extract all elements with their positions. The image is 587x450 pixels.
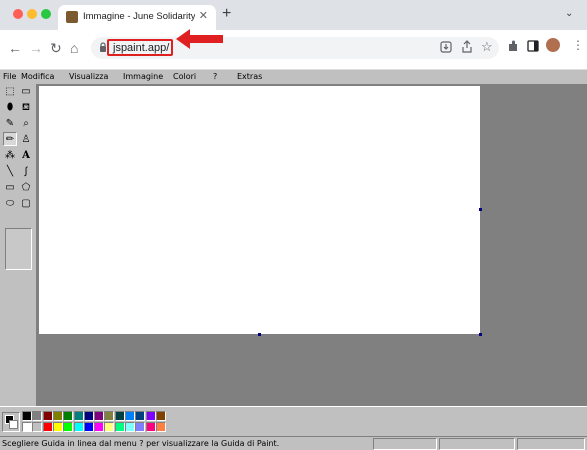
share-icon[interactable] (461, 40, 473, 53)
polygon-tool-icon[interactable]: ⬠ (19, 180, 33, 194)
url-text[interactable]: jspaint.app/ (113, 42, 169, 54)
palette-swatch-top-0[interactable] (22, 411, 32, 421)
home-button[interactable]: ⌂ (70, 40, 78, 56)
color-palette (0, 406, 587, 436)
status-pane-size (517, 438, 585, 450)
browser-toolbar: ← → ↻ ⌂ jspaint.app/ ☆ ⋮ (0, 29, 587, 70)
text-tool-icon[interactable]: A (19, 148, 33, 162)
palette-swatch-top-9[interactable] (114, 411, 125, 421)
pencil-tool-icon[interactable]: ✏ (3, 132, 17, 146)
status-text: Scegliere Guida in linea dal menu ? per … (2, 439, 280, 448)
fill-tool-icon[interactable]: ⛾ (19, 100, 33, 114)
tab-search-icon[interactable]: ⌄ (565, 8, 573, 19)
forward-button[interactable]: → (29, 40, 43, 56)
palette-swatch-top-1[interactable] (32, 411, 43, 421)
side-panel-icon[interactable] (527, 40, 539, 52)
status-pane-selection (439, 438, 515, 450)
curve-tool-icon[interactable]: ∫ (19, 164, 33, 178)
eraser-tool-icon[interactable]: ⬮ (3, 100, 17, 114)
current-colors-box[interactable] (2, 412, 20, 432)
palette-swatch-top-4[interactable] (63, 411, 74, 421)
palette-swatch-top-3[interactable] (52, 411, 63, 421)
palette-swatch-bottom-4[interactable] (63, 422, 74, 432)
menu-help[interactable]: ? (213, 72, 217, 81)
palette-swatch-bottom-6[interactable] (83, 422, 94, 432)
bookmark-star-icon[interactable]: ☆ (481, 39, 493, 55)
url-highlight-box: jspaint.app/ (107, 39, 173, 56)
resize-handle-bottom[interactable] (258, 333, 261, 336)
rounded-rectangle-tool-icon[interactable]: ▢ (19, 196, 33, 210)
maximize-window-button[interactable] (41, 9, 51, 19)
profile-avatar[interactable] (546, 38, 560, 52)
palette-swatch-top-11[interactable] (135, 411, 146, 421)
menu-modifica[interactable]: Modifica (21, 72, 54, 81)
status-bar: Scegliere Guida in linea dal menu ? per … (0, 436, 587, 450)
tool-options-panel[interactable] (5, 228, 32, 270)
palette-swatch-top-12[interactable] (145, 411, 156, 421)
palette-swatch-top-13[interactable] (155, 411, 166, 421)
palette-swatch-top-8[interactable] (104, 411, 115, 421)
paint-app: File Modifica Visualizza Immagine Colori… (0, 70, 587, 450)
palette-swatch-bottom-2[interactable] (42, 422, 53, 432)
more-menu-icon[interactable]: ⋮ (572, 38, 584, 52)
lock-icon (100, 42, 106, 52)
tab-title: Immagine - June Solidarity Paint (83, 11, 195, 22)
browser-tab[interactable]: Immagine - June Solidarity Paint ✕ (58, 5, 216, 30)
palette-swatch-bottom-7[interactable] (94, 422, 105, 432)
menu-file[interactable]: File (3, 72, 16, 81)
palette-swatch-bottom-8[interactable] (104, 422, 115, 432)
brush-tool-icon[interactable]: ♙ (19, 132, 33, 146)
back-button[interactable]: ← (8, 40, 22, 56)
color-picker-tool-icon[interactable]: ✎ (3, 116, 17, 130)
menu-bar: File Modifica Visualizza Immagine Colori… (0, 70, 587, 84)
palette-swatch-bottom-0[interactable] (22, 422, 32, 432)
palette-swatch-bottom-13[interactable] (155, 422, 166, 432)
status-pane-position (373, 438, 437, 450)
palette-swatch-bottom-1[interactable] (32, 422, 43, 432)
palette-swatch-bottom-3[interactable] (52, 422, 63, 432)
browser-tab-strip: Immagine - June Solidarity Paint ✕ + ⌄ (0, 0, 587, 30)
menu-immagine[interactable]: Immagine (123, 72, 163, 81)
toolbox: ⬚ ▭ ⬮ ⛾ ✎ ⌕ ✏ ♙ ⁂ A ╲ ∫ ▭ ⬠ ⬭ ▢ (0, 84, 37, 406)
paint-favicon-icon (66, 11, 78, 23)
close-window-button[interactable] (13, 9, 23, 19)
magnifier-tool-icon[interactable]: ⌕ (19, 116, 33, 130)
new-tab-button[interactable]: + (222, 5, 231, 23)
palette-swatch-bottom-10[interactable] (125, 422, 135, 432)
menu-visualizza[interactable]: Visualizza (69, 72, 108, 81)
extensions-icon[interactable] (507, 40, 519, 52)
line-tool-icon[interactable]: ╲ (3, 164, 17, 178)
background-color-swatch (9, 420, 18, 429)
minimize-window-button[interactable] (27, 9, 37, 19)
address-bar[interactable]: jspaint.app/ (91, 37, 499, 59)
palette-swatch-bottom-11[interactable] (135, 422, 146, 432)
rectangle-tool-icon[interactable]: ▭ (3, 180, 17, 194)
install-app-icon[interactable] (440, 41, 452, 53)
palette-swatch-top-5[interactable] (73, 411, 84, 421)
palette-swatch-bottom-5[interactable] (73, 422, 84, 432)
palette-swatch-top-7[interactable] (94, 411, 105, 421)
palette-swatch-top-6[interactable] (83, 411, 94, 421)
menu-extras[interactable]: Extras (237, 72, 262, 81)
free-select-tool-icon[interactable]: ⬚ (3, 84, 17, 98)
canvas-workspace (37, 84, 587, 406)
menu-colori[interactable]: Colori (173, 72, 196, 81)
select-tool-icon[interactable]: ▭ (19, 84, 33, 98)
ellipse-tool-icon[interactable]: ⬭ (3, 196, 17, 210)
airbrush-tool-icon[interactable]: ⁂ (3, 148, 17, 162)
tab-close-icon[interactable]: ✕ (199, 9, 208, 22)
resize-handle-right[interactable] (479, 208, 482, 211)
palette-swatch-bottom-9[interactable] (114, 422, 125, 432)
resize-handle-corner[interactable] (479, 333, 482, 336)
palette-swatch-top-10[interactable] (125, 411, 135, 421)
annotation-arrow-icon (176, 29, 223, 49)
reload-button[interactable]: ↻ (50, 40, 62, 57)
palette-swatch-top-2[interactable] (42, 411, 53, 421)
palette-swatch-bottom-12[interactable] (145, 422, 156, 432)
drawing-canvas[interactable] (39, 86, 480, 334)
